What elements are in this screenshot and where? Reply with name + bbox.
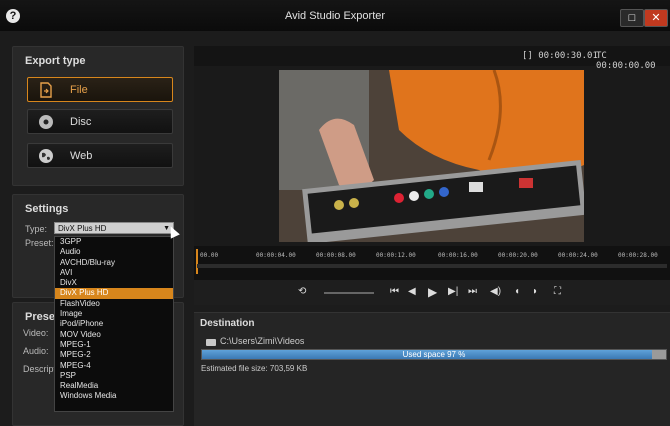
timeline-tick: 00:00:24.00	[558, 252, 598, 259]
audio-label: Audio:	[23, 346, 49, 356]
export-web-label: Web	[70, 150, 93, 162]
preset-label: Preset:	[25, 238, 54, 248]
dropdown-item[interactable]: AVI	[55, 268, 173, 278]
file-icon	[40, 82, 52, 98]
timeline-tick: 00:00:20.00	[498, 252, 538, 259]
type-dropdown-list: 3GPP Audio AVCHD/Blu-ray AVI DivX DivX P…	[54, 236, 174, 412]
player-panel: [] 00:00:30.01 TC 00:00:00.00 00.00 00:0…	[194, 46, 670, 305]
timeline-tick: 00:00:08.00	[316, 252, 356, 259]
dropdown-item[interactable]: DivX	[55, 278, 173, 288]
dropdown-item[interactable]: iPod/iPhone	[55, 319, 173, 329]
timeline-tick: 00:00:12.00	[376, 252, 416, 259]
current-timecode: TC 00:00:00.00	[596, 51, 656, 71]
estimated-file-size: Estimated file size: 703,59 KB	[201, 364, 308, 373]
step-back-icon[interactable]: ◀	[408, 286, 416, 297]
timeline-tick: 00.00	[200, 252, 219, 259]
window-title: Avid Studio Exporter	[284, 10, 386, 22]
video-preview	[279, 70, 584, 242]
dropdown-item[interactable]: FlashVideo	[55, 299, 173, 309]
disk-usage-text: Used space 97 %	[402, 350, 466, 359]
dropdown-item[interactable]: AVCHD/Blu-ray	[55, 258, 173, 268]
timeline-ruler	[197, 264, 667, 268]
destination-panel: Destination C:\Users\Zimi\Videos Used sp…	[194, 312, 670, 426]
type-select-value: DivX Plus HD	[58, 224, 107, 233]
type-label: Type:	[25, 224, 48, 234]
dropdown-item[interactable]: MPEG-1	[55, 340, 173, 350]
timeline-tick: 00:00:28.00	[618, 252, 658, 259]
export-type-panel: Export type File Disc Web	[12, 46, 184, 186]
export-file-button[interactable]: File	[27, 77, 173, 102]
dropdown-item[interactable]: 3GPP	[55, 237, 173, 247]
playhead[interactable]	[196, 249, 198, 274]
go-to-start-icon[interactable]: ⏮	[390, 286, 399, 297]
video-frame-image	[279, 70, 584, 242]
settings-heading: Settings	[25, 203, 69, 215]
export-type-heading: Export type	[25, 55, 86, 67]
maximize-icon: □	[628, 12, 636, 24]
mark-out-icon[interactable]: ◗	[532, 286, 538, 297]
dropdown-item[interactable]: Audio	[55, 247, 173, 257]
duration-timecode: [] 00:00:30.01	[522, 51, 598, 61]
export-disc-button[interactable]: Disc	[27, 109, 173, 134]
description-label: Descript	[23, 364, 57, 374]
dropdown-item[interactable]: Image	[55, 309, 173, 319]
type-select[interactable]: DivX Plus HD ▼	[54, 222, 174, 234]
fullscreen-icon[interactable]: ⛶	[554, 286, 561, 297]
maximize-button[interactable]: □	[620, 9, 644, 27]
export-disc-label: Disc	[70, 116, 92, 128]
loop-icon[interactable]: ⟲	[298, 286, 306, 297]
folder-icon[interactable]	[206, 339, 216, 346]
globe-icon	[39, 149, 53, 163]
dropdown-item[interactable]: MOV Video	[55, 330, 173, 340]
video-label: Video:	[23, 328, 49, 338]
close-icon: ✕	[651, 12, 661, 24]
close-button[interactable]: ✕	[644, 9, 668, 27]
mark-in-icon[interactable]: ◖	[514, 286, 520, 297]
step-forward-icon[interactable]: ▶|	[448, 286, 458, 297]
go-to-end-icon[interactable]: ⏭	[468, 286, 477, 297]
export-web-button[interactable]: Web	[27, 143, 173, 168]
disk-usage-bar: Used space 97 %	[201, 349, 667, 360]
timeline-tick: 00:00:16.00	[438, 252, 478, 259]
dropdown-item[interactable]: MPEG-2	[55, 350, 173, 360]
dropdown-item[interactable]: MPEG-4	[55, 361, 173, 371]
destination-heading: Destination	[200, 318, 255, 329]
export-file-label: File	[70, 84, 88, 96]
destination-path[interactable]: C:\Users\Zimi\Videos	[220, 336, 304, 346]
timecode-bar: [] 00:00:30.01 TC 00:00:00.00	[194, 46, 670, 71]
dropdown-item-selected[interactable]: DivX Plus HD	[55, 288, 173, 299]
dropdown-item[interactable]: Windows Media	[55, 391, 173, 401]
shuttle-slider[interactable]	[324, 292, 374, 294]
dropdown-item[interactable]: PSP	[55, 371, 173, 381]
timeline-tick: 00:00:04.00	[256, 252, 296, 259]
volume-icon[interactable]: ◀)	[490, 286, 501, 297]
title-bar: ? Avid Studio Exporter □ ✕	[0, 0, 670, 31]
play-icon[interactable]: ▶	[428, 285, 437, 299]
timeline-scrubber[interactable]: 00.00 00:00:04.00 00:00:08.00 00:00:12.0…	[194, 246, 670, 280]
playback-controls: ⟲ ⏮ ◀ ▶ ▶| ⏭ ◀) ◖ ◗ ⛶	[194, 280, 670, 305]
disc-icon	[39, 115, 53, 129]
dropdown-item[interactable]: RealMedia	[55, 381, 173, 391]
